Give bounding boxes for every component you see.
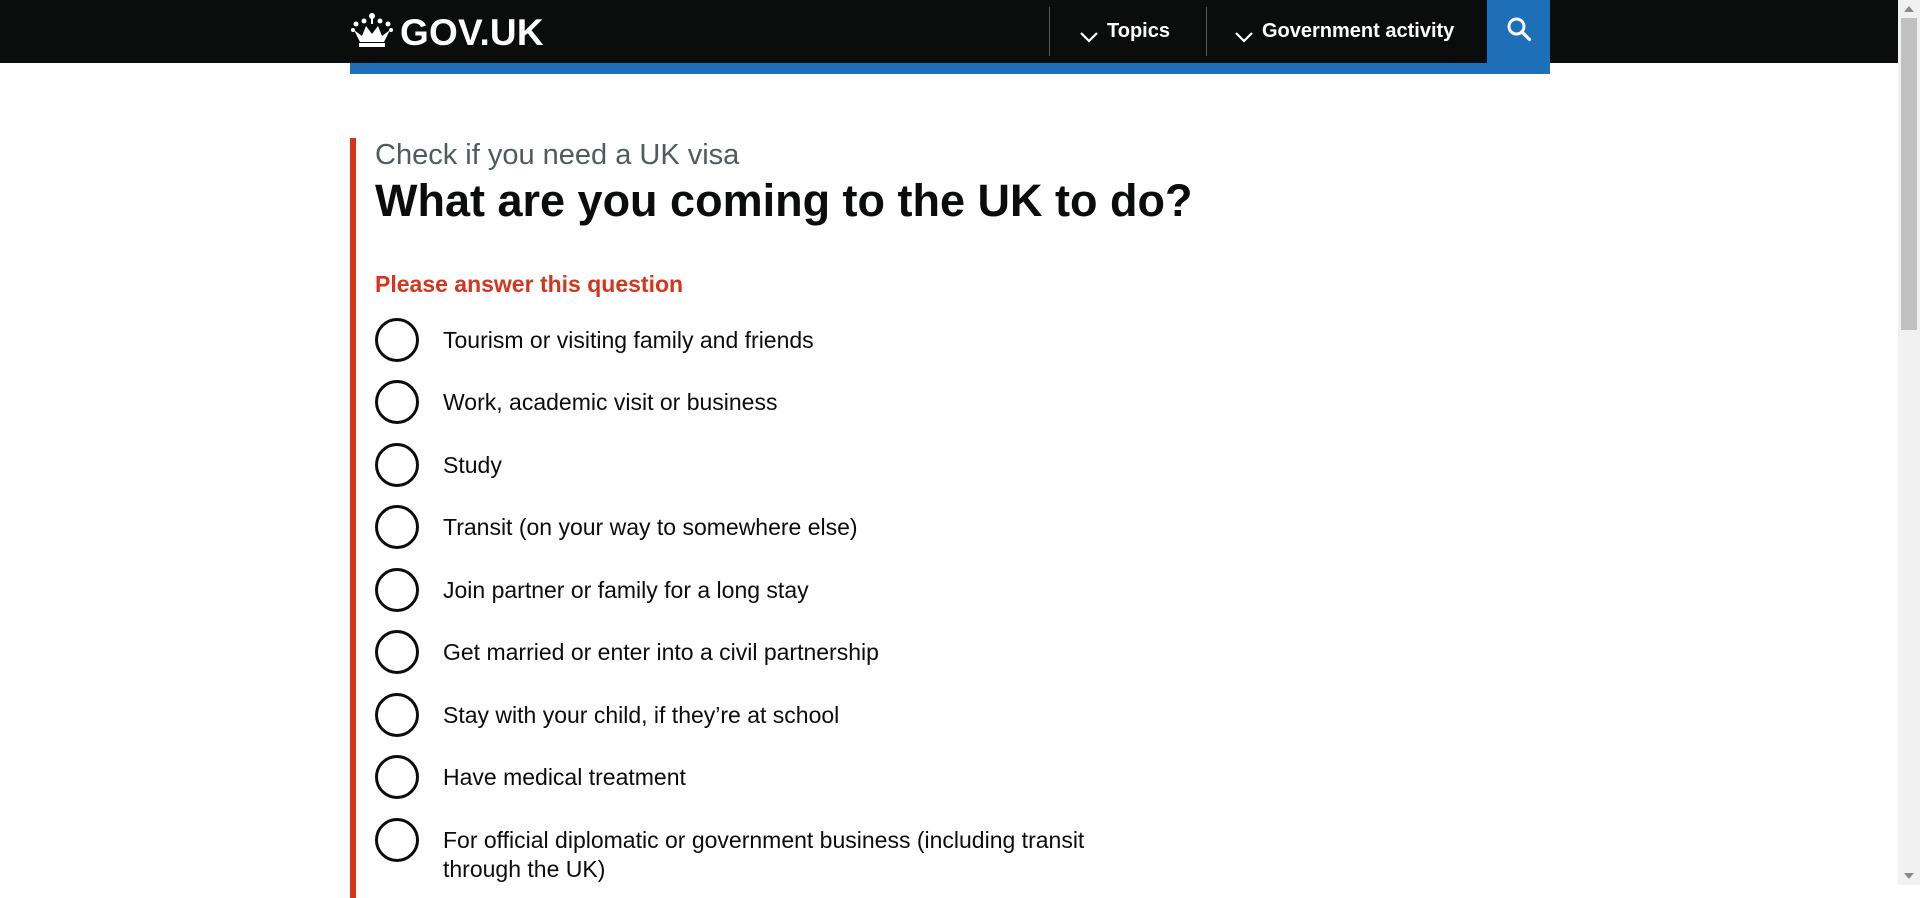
radio-button[interactable] xyxy=(375,318,419,362)
error-message: Please answer this question xyxy=(375,271,684,297)
radio-button[interactable] xyxy=(375,505,419,549)
radio-option-child-school[interactable]: Stay with your child, if they’re at scho… xyxy=(375,693,1123,737)
radio-button[interactable] xyxy=(375,380,419,424)
scroll-up-arrow-icon[interactable] xyxy=(1904,6,1914,12)
site-header: GOV.UK Topics Government activity xyxy=(0,0,1898,63)
radio-button[interactable] xyxy=(375,568,419,612)
government-activity-label: Government activity xyxy=(1262,20,1455,42)
topics-label: Topics xyxy=(1107,20,1170,42)
radio-button[interactable] xyxy=(375,693,419,737)
radio-label[interactable]: Stay with your child, if they’re at scho… xyxy=(443,693,1123,730)
radio-option-tourism[interactable]: Tourism or visiting family and friends xyxy=(375,318,1123,362)
radio-label[interactable]: Transit (on your way to somewhere else) xyxy=(443,505,1123,542)
radio-option-marriage[interactable]: Get married or enter into a civil partne… xyxy=(375,630,1123,674)
search-button[interactable] xyxy=(1487,0,1550,63)
topics-menu-button[interactable]: Topics xyxy=(1080,0,1170,63)
radio-button[interactable] xyxy=(375,630,419,674)
radio-option-medical[interactable]: Have medical treatment xyxy=(375,755,1123,799)
radio-label[interactable]: Study xyxy=(443,443,1123,480)
scrollbar-thumb[interactable] xyxy=(1901,18,1917,330)
radio-button[interactable] xyxy=(375,443,419,487)
nav-divider xyxy=(1049,7,1050,56)
page-scrollbar[interactable] xyxy=(1898,0,1920,885)
radio-label[interactable]: Get married or enter into a civil partne… xyxy=(443,630,1123,667)
radio-button[interactable] xyxy=(375,818,419,862)
radio-option-work[interactable]: Work, academic visit or business xyxy=(375,380,1123,424)
error-border xyxy=(350,138,356,898)
page-title: What are you coming to the UK to do? xyxy=(375,175,1193,226)
radio-option-join-family[interactable]: Join partner or family for a long stay xyxy=(375,568,1123,612)
radio-option-transit[interactable]: Transit (on your way to somewhere else) xyxy=(375,505,1123,549)
search-icon xyxy=(1506,16,1532,47)
radio-label[interactable]: Tourism or visiting family and friends xyxy=(443,318,1123,355)
chevron-down-icon xyxy=(1080,26,1098,43)
scroll-down-arrow-icon[interactable] xyxy=(1904,873,1914,879)
header-blue-rule xyxy=(350,63,1550,74)
radio-label[interactable]: Have medical treatment xyxy=(443,755,1123,792)
radio-label[interactable]: Join partner or family for a long stay xyxy=(443,568,1123,605)
radio-option-diplomatic[interactable]: For official diplomatic or government bu… xyxy=(375,818,1123,884)
question-page: Check if you need a UK visa What are you… xyxy=(350,138,1550,898)
radio-option-study[interactable]: Study xyxy=(375,443,1123,487)
radio-label[interactable]: Work, academic visit or business xyxy=(443,380,1123,417)
page-caption: Check if you need a UK visa xyxy=(375,139,740,171)
nav-divider xyxy=(1206,7,1207,56)
logo-text: GOV.UK xyxy=(400,11,544,53)
crown-icon xyxy=(350,12,394,53)
radio-button[interactable] xyxy=(375,755,419,799)
government-activity-menu-button[interactable]: Government activity xyxy=(1235,0,1454,63)
govuk-logo-link[interactable]: GOV.UK xyxy=(350,12,544,53)
radio-label[interactable]: For official diplomatic or government bu… xyxy=(443,818,1123,884)
chevron-down-icon xyxy=(1235,26,1253,43)
